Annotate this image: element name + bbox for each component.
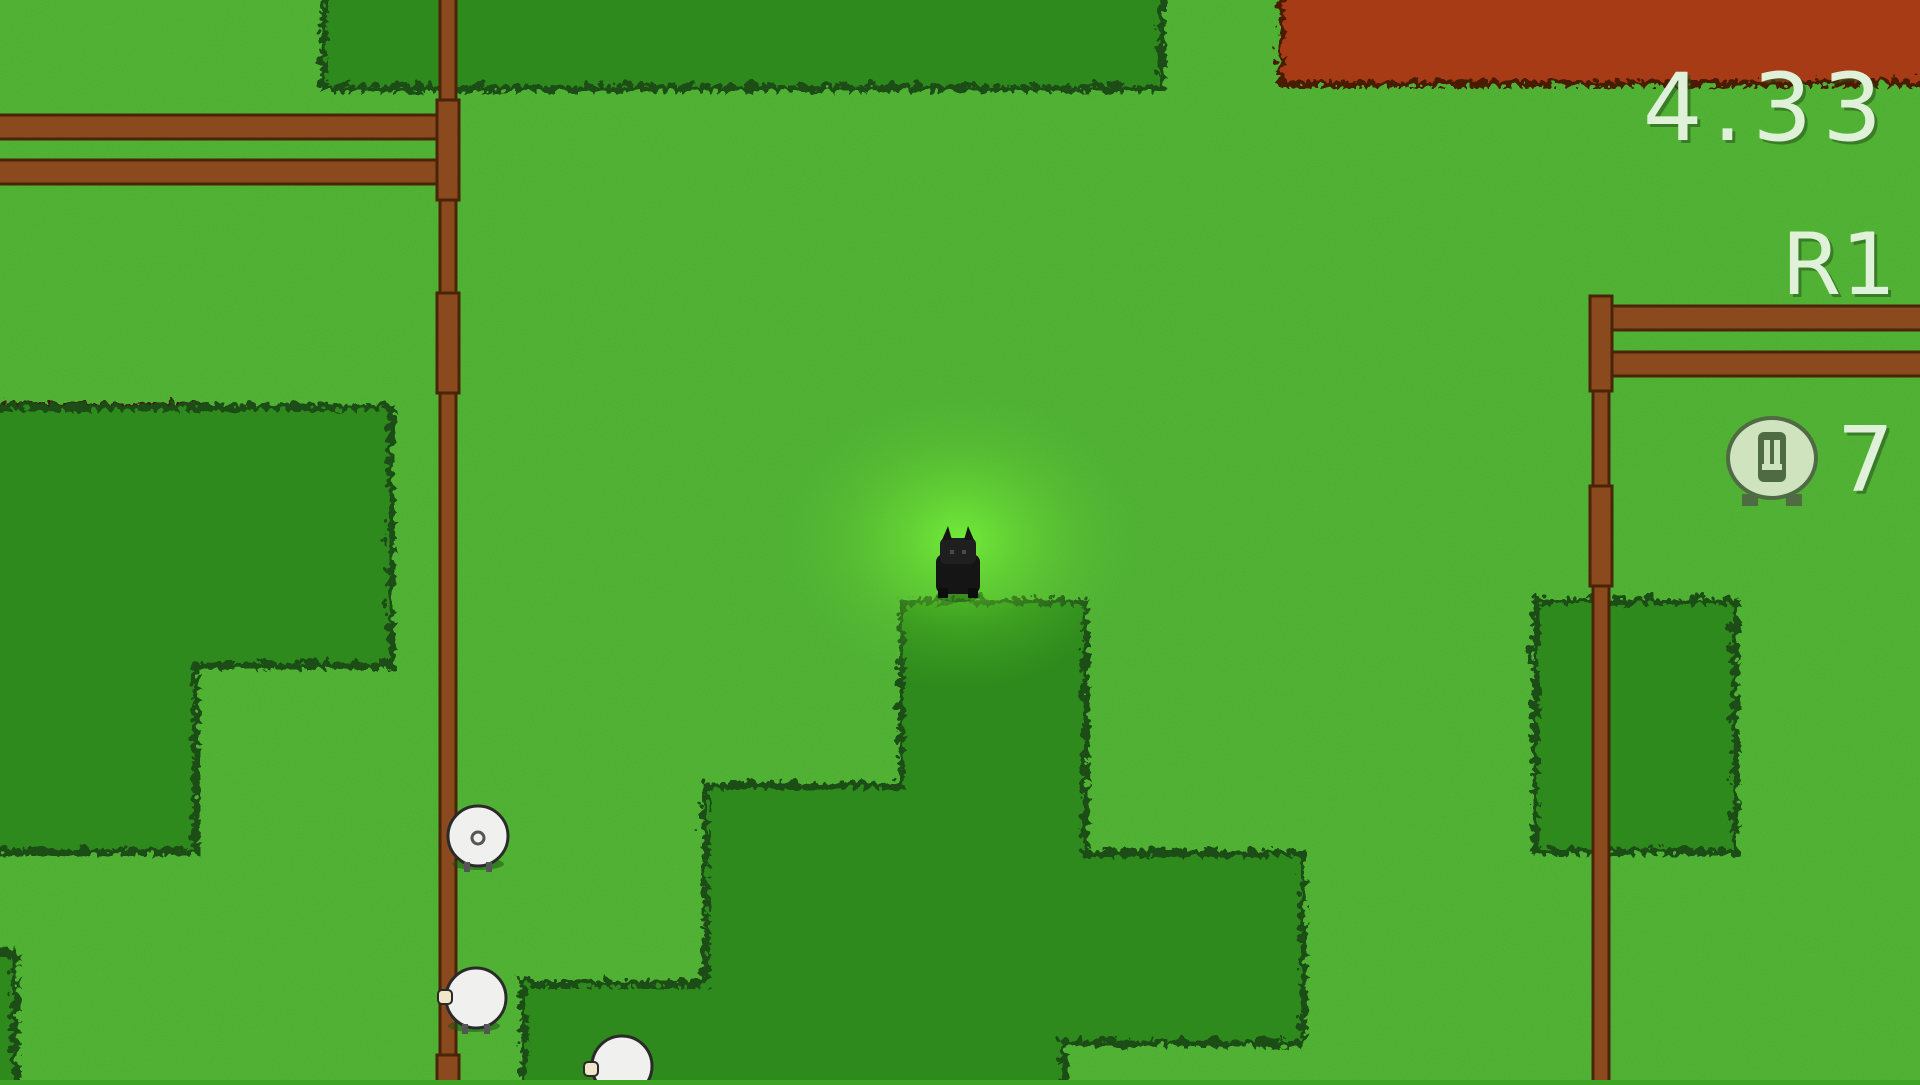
sheep-counter-icon [1726, 416, 1818, 506]
round-timer: 4.33 [1642, 54, 1892, 163]
hedge-right [1528, 594, 1736, 852]
sheep-1 [446, 804, 510, 872]
game-viewport[interactable]: 4.33 R1 7 [0, 0, 1920, 1085]
hedge-left-bottom [0, 946, 16, 1085]
sheep-count: 7 [1836, 408, 1894, 513]
round-indicator: R1 [1781, 215, 1896, 315]
game-world [0, 0, 1920, 1085]
